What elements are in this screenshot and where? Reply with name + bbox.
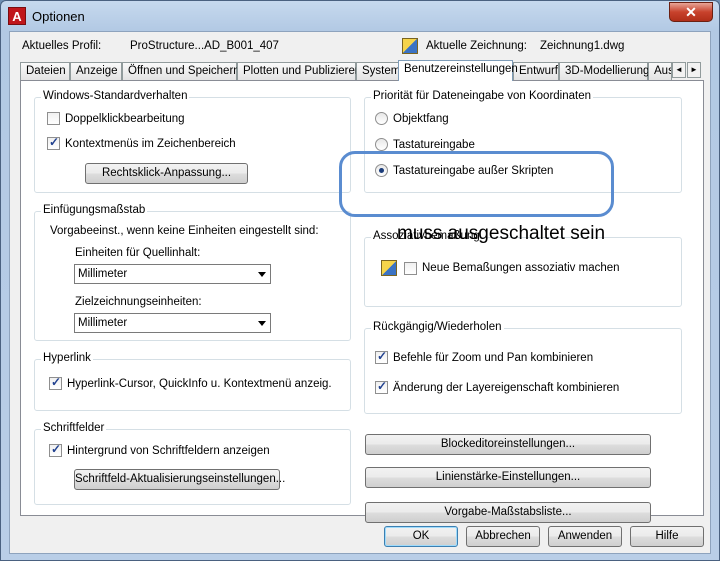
group-title: Schriftfelder (41, 422, 107, 434)
group-insert-scale: Einfügungsmaßstab Vorgabeeinst., wenn ke… (34, 204, 351, 341)
drawing-value: Zeichnung1.dwg (540, 40, 625, 52)
group-title: Priorität für Dateneingabe von Koordinat… (371, 90, 594, 102)
tab-panel-benutzereinstellungen: Windows-Standardverhalten Doppelklickbea… (20, 80, 704, 523)
fields-background-label: Hintergrund von Schriftfeldern anzeigen (67, 444, 270, 457)
window-title: Optionen (32, 9, 85, 24)
combine-zoom-pan-option[interactable]: Befehle für Zoom und Pan kombinieren (375, 349, 594, 364)
hyperlink-option[interactable]: Hyperlink-Cursor, QuickInfo u. Kontextme… (49, 375, 332, 390)
tab-scroll-right-icon[interactable]: ► (687, 62, 701, 78)
tab-strip: Dateien Anzeige Öffnen und Speichern Plo… (20, 60, 704, 81)
associative-dimension-icon (381, 260, 397, 276)
combine-layer-change-checkbox[interactable] (375, 379, 388, 394)
annotation-highlight-ring (339, 151, 614, 217)
tab-auswahl[interactable]: Aus (648, 62, 672, 80)
tab-oeffnen-speichern[interactable]: Öffnen und Speichern (122, 62, 240, 80)
help-button[interactable]: Hilfe (630, 526, 704, 547)
tab-anzeige[interactable]: Anzeige (70, 62, 122, 80)
group-windows-standard: Windows-Standardverhalten Doppelklickbea… (34, 90, 351, 193)
double-click-checkbox[interactable] (47, 112, 60, 125)
hyperlink-label: Hyperlink-Cursor, QuickInfo u. Kontextme… (67, 377, 332, 390)
combine-zoom-pan-label: Befehle für Zoom und Pan kombinieren (393, 351, 594, 364)
tab-system[interactable]: System (356, 62, 400, 80)
context-menus-checkbox[interactable] (47, 135, 60, 150)
combine-layer-change-label: Änderung der Layereigenschaft kombiniere… (393, 381, 620, 394)
dialog-client-area: Aktuelles Profil: ProStructure...AD_B001… (9, 31, 711, 554)
radio-objektfang[interactable]: Objektfang (375, 112, 449, 125)
group-title: Rückgängig/Wiederholen (371, 321, 504, 333)
tab-scroll-left-icon[interactable]: ◄ (672, 62, 686, 78)
autocad-app-icon[interactable]: A (8, 7, 26, 25)
double-click-option[interactable]: Doppelklickbearbeitung (47, 112, 185, 125)
radio-tastatureingabe-label: Tastatureingabe (393, 138, 475, 151)
fields-background-option[interactable]: Hintergrund von Schriftfeldern anzeigen (49, 442, 270, 457)
chevron-down-icon (258, 272, 266, 277)
source-units-label: Einheiten für Quellinhalt: (75, 247, 201, 259)
options-dialog: A Optionen ✕ Aktuelles Profil: ProStruct… (0, 0, 720, 561)
radio-objektfang-button[interactable] (375, 112, 388, 125)
insert-scale-note: Vorgabeeinst., wenn keine Einheiten eing… (50, 225, 319, 237)
fields-background-checkbox[interactable] (49, 442, 62, 457)
source-units-select[interactable]: Millimeter (74, 264, 271, 284)
right-click-customize-button[interactable]: Rechtsklick-Anpassung... (85, 163, 248, 184)
combine-layer-change-option[interactable]: Änderung der Layereigenschaft kombiniere… (375, 379, 620, 394)
field-update-settings-button[interactable]: Schriftfeld-Aktualisierungseinstellungen… (74, 469, 285, 490)
profile-value: ProStructure...AD_B001_407 (130, 40, 279, 52)
tab-benutzereinstellungen[interactable]: Benutzereinstellungen (398, 60, 518, 81)
tab-entwurf[interactable]: Entwurf (513, 62, 559, 80)
profile-label: Aktuelles Profil: (22, 40, 102, 52)
drawing-label: Aktuelle Zeichnung: (426, 40, 528, 52)
source-units-value: Millimeter (78, 268, 128, 280)
tab-plotten-publizieren[interactable]: Plotten und Publizieren (237, 62, 361, 80)
block-editor-settings-button[interactable]: Blockeditoreinstellungen... (365, 434, 651, 455)
chevron-down-icon (258, 321, 266, 326)
radio-tastatureingabe-button[interactable] (375, 138, 388, 151)
lineweight-settings-button[interactable]: Linienstärke-Einstellungen... (365, 467, 651, 488)
target-units-select[interactable]: Millimeter (74, 313, 271, 333)
group-title: Windows-Standardverhalten (41, 90, 190, 102)
group-title: Hyperlink (41, 352, 93, 364)
radio-tastatureingabe[interactable]: Tastatureingabe (375, 138, 475, 151)
apply-button[interactable]: Anwenden (548, 526, 622, 547)
tab-dateien[interactable]: Dateien (20, 62, 70, 80)
hyperlink-checkbox[interactable] (49, 375, 62, 390)
group-fields: Schriftfelder Hintergrund von Schriftfel… (34, 422, 351, 505)
context-menus-option[interactable]: Kontextmenüs im Zeichenbereich (47, 135, 236, 150)
close-button[interactable]: ✕ (669, 2, 713, 22)
double-click-label: Doppelklickbearbeitung (65, 112, 185, 125)
tab-3d-modellierung[interactable]: 3D-Modellierung (559, 62, 649, 80)
profile-row: Aktuelles Profil: ProStructure...AD_B001… (22, 38, 702, 58)
target-units-label: Zielzeichnungseinheiten: (75, 296, 202, 308)
group-associative-dimensioning: Assoziativbemaßung Neue Bemaßungen assoz… (364, 230, 682, 307)
group-undo-redo: Rückgängig/Wiederholen Befehle für Zoom … (364, 321, 682, 414)
target-units-value: Millimeter (78, 317, 128, 329)
radio-objektfang-label: Objektfang (393, 112, 449, 125)
drawing-icon (402, 38, 418, 54)
context-menus-label: Kontextmenüs im Zeichenbereich (65, 137, 236, 150)
associative-dim-checkbox[interactable] (404, 261, 417, 275)
group-hyperlink: Hyperlink Hyperlink-Cursor, QuickInfo u.… (34, 352, 351, 411)
group-title: Einfügungsmaßstab (41, 204, 148, 216)
associative-dim-label: Neue Bemaßungen assoziativ machen (422, 262, 620, 274)
combine-zoom-pan-checkbox[interactable] (375, 349, 388, 364)
title-bar[interactable]: A Optionen ✕ (1, 1, 719, 31)
ok-button[interactable]: OK (384, 526, 458, 547)
associative-dim-option[interactable]: Neue Bemaßungen assoziativ machen (381, 260, 620, 276)
annotation-text: muss ausgeschaltet sein (397, 223, 606, 244)
cancel-button[interactable]: Abbrechen (466, 526, 540, 547)
default-scale-list-button[interactable]: Vorgabe-Maßstabsliste... (365, 502, 651, 523)
